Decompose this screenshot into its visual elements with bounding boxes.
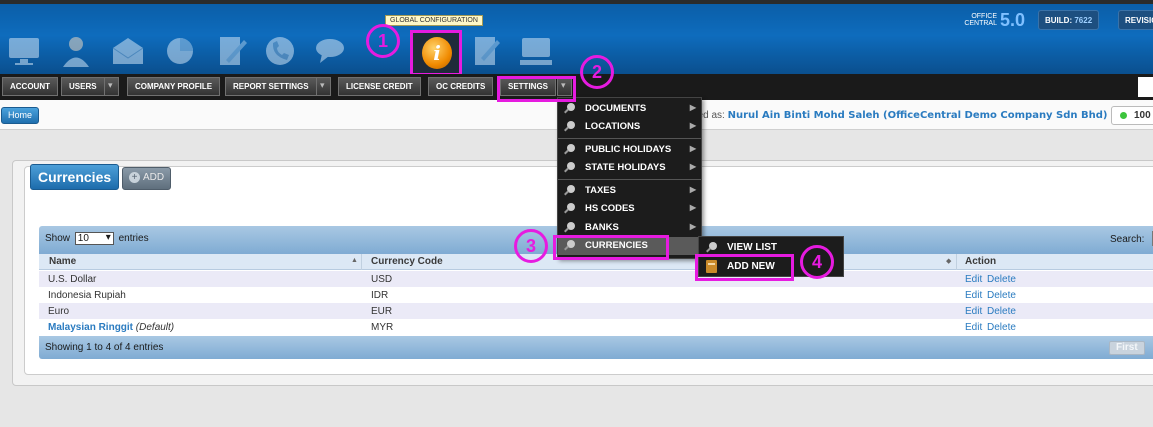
delete-link[interactable]: Delete xyxy=(987,290,1016,301)
sort-both-icon[interactable]: ◆ xyxy=(946,257,951,265)
currency-code: MYR xyxy=(371,322,394,333)
table-footer: Showing 1 to 4 of 4 entries First xyxy=(39,336,1153,359)
nav-end xyxy=(1138,77,1153,97)
magnifier-icon xyxy=(706,242,717,253)
table-row: Euro EUR Edit Delete xyxy=(39,303,1153,319)
add-button[interactable]: + ADD xyxy=(122,167,172,190)
user-icon[interactable] xyxy=(58,34,94,68)
magnifier-icon xyxy=(564,162,575,173)
column-divider xyxy=(361,254,362,270)
delete-link[interactable]: Delete xyxy=(987,306,1016,317)
logo-text: OFFICE CENTRAL xyxy=(964,13,997,27)
entries-select[interactable]: 10 xyxy=(74,232,114,245)
menu-separator xyxy=(558,179,701,180)
app-header: i GLOBAL CONFIGURATION OFFICE CENTRAL 5.… xyxy=(0,0,1153,76)
menu-item-documents[interactable]: DOCUMENTS ▶ xyxy=(558,100,701,118)
column-divider xyxy=(956,254,957,270)
default-tag: (Default) xyxy=(135,322,175,333)
table-row: U.S. Dollar USD Edit Delete xyxy=(39,271,1153,287)
phone-icon[interactable] xyxy=(262,34,298,68)
nav-report-settings-dropdown[interactable] xyxy=(316,77,331,96)
column-name[interactable]: Name xyxy=(49,256,76,267)
magnifier-icon xyxy=(564,185,575,196)
nav-oc-credits[interactable]: OC CREDITS xyxy=(428,77,494,96)
highlight-currencies xyxy=(553,235,669,260)
currency-code: EUR xyxy=(371,306,393,317)
step-1-marker: 1 xyxy=(366,24,400,58)
menu-item-hs-codes[interactable]: HS CODES ▶ xyxy=(558,200,701,218)
notes-icon[interactable] xyxy=(468,34,504,68)
magnifier-icon xyxy=(564,203,575,214)
logged-in-info: ged as: Nurul Ain Binti Mohd Saleh (Offi… xyxy=(692,110,1108,121)
page-title: Currencies xyxy=(30,164,120,190)
delete-link[interactable]: Delete xyxy=(987,274,1016,285)
nav-company-profile[interactable]: COMPANY PROFILE xyxy=(127,77,221,96)
entries-info: Showing 1 to 4 of 4 entries xyxy=(45,342,164,353)
nav-users[interactable]: USERS xyxy=(61,77,105,96)
menu-item-locations[interactable]: LOCATIONS ▶ xyxy=(558,118,701,136)
column-currency-code[interactable]: Currency Code xyxy=(371,256,443,267)
chat-icon[interactable] xyxy=(314,34,350,68)
delete-link[interactable]: Delete xyxy=(987,322,1016,333)
edit-link[interactable]: Edit xyxy=(965,322,982,333)
currency-name: Euro xyxy=(48,306,70,317)
info-icon: i xyxy=(422,37,452,69)
highlight-add-new xyxy=(695,254,794,281)
table-row: Malaysian Ringgit (Default) MYR Edit Del… xyxy=(39,319,1153,335)
magnifier-icon xyxy=(564,103,575,114)
highlight-settings xyxy=(497,76,576,102)
search-label: Search: xyxy=(1110,234,1145,245)
nav-users-dropdown[interactable] xyxy=(104,77,119,96)
default-currency-name: Malaysian Ringgit xyxy=(48,322,134,333)
currency-name: Indonesia Rupiah xyxy=(48,290,126,301)
edit-link[interactable]: Edit xyxy=(965,306,982,317)
nav-account[interactable]: ACCOUNT xyxy=(2,77,58,96)
computer-icon[interactable] xyxy=(518,34,554,68)
build-badge: BUILD: 7622 xyxy=(1038,10,1100,30)
menu-separator xyxy=(558,138,701,139)
nav-license-credit[interactable]: LICENSE CREDIT xyxy=(338,77,421,96)
nav-report-settings[interactable]: REPORT SETTINGS xyxy=(225,77,317,96)
show-entries: Show 10 entries xyxy=(45,232,149,245)
currency-name: Malaysian Ringgit (Default) xyxy=(48,322,174,333)
edit-link[interactable]: Edit xyxy=(965,290,982,301)
sort-asc-icon[interactable]: ▲ xyxy=(351,257,358,264)
first-page-button[interactable]: First xyxy=(1109,341,1145,355)
step-4-marker: 4 xyxy=(800,245,834,279)
status-indicator[interactable]: 100 xyxy=(1111,106,1153,125)
menu-item-taxes[interactable]: TAXES ▶ xyxy=(558,182,701,200)
version-number: 5.0 xyxy=(1000,10,1026,30)
monitor-icon[interactable] xyxy=(6,34,42,68)
tooltip: GLOBAL CONFIGURATION xyxy=(385,15,483,26)
magnifier-icon xyxy=(564,144,575,155)
table-row: Indonesia Rupiah IDR Edit Delete xyxy=(39,287,1153,303)
plus-icon: + xyxy=(129,172,140,183)
step-3-marker: 3 xyxy=(514,229,548,263)
magnifier-icon xyxy=(564,222,575,233)
logged-user[interactable]: Nurul Ain Binti Mohd Saleh (OfficeCentra… xyxy=(728,110,1108,121)
menu-item-state-holidays[interactable]: STATE HOLIDAYS ▶ xyxy=(558,159,701,177)
edit-link[interactable]: Edit xyxy=(965,274,982,285)
home-breadcrumb[interactable]: Home xyxy=(1,107,40,124)
currency-code: IDR xyxy=(371,290,389,301)
column-action: Action xyxy=(965,256,997,267)
document-edit-icon[interactable] xyxy=(214,34,250,68)
global-configuration-button[interactable]: i xyxy=(410,30,462,76)
magnifier-icon xyxy=(564,121,575,132)
pie-chart-icon[interactable] xyxy=(162,34,198,68)
mail-icon[interactable] xyxy=(110,34,146,68)
menu-item-public-holidays[interactable]: PUBLIC HOLIDAYS ▶ xyxy=(558,141,701,159)
step-2-marker: 2 xyxy=(580,55,614,89)
currency-name: U.S. Dollar xyxy=(48,274,97,285)
currency-code: USD xyxy=(371,274,393,285)
revision-badge: REVISION xyxy=(1118,10,1153,30)
